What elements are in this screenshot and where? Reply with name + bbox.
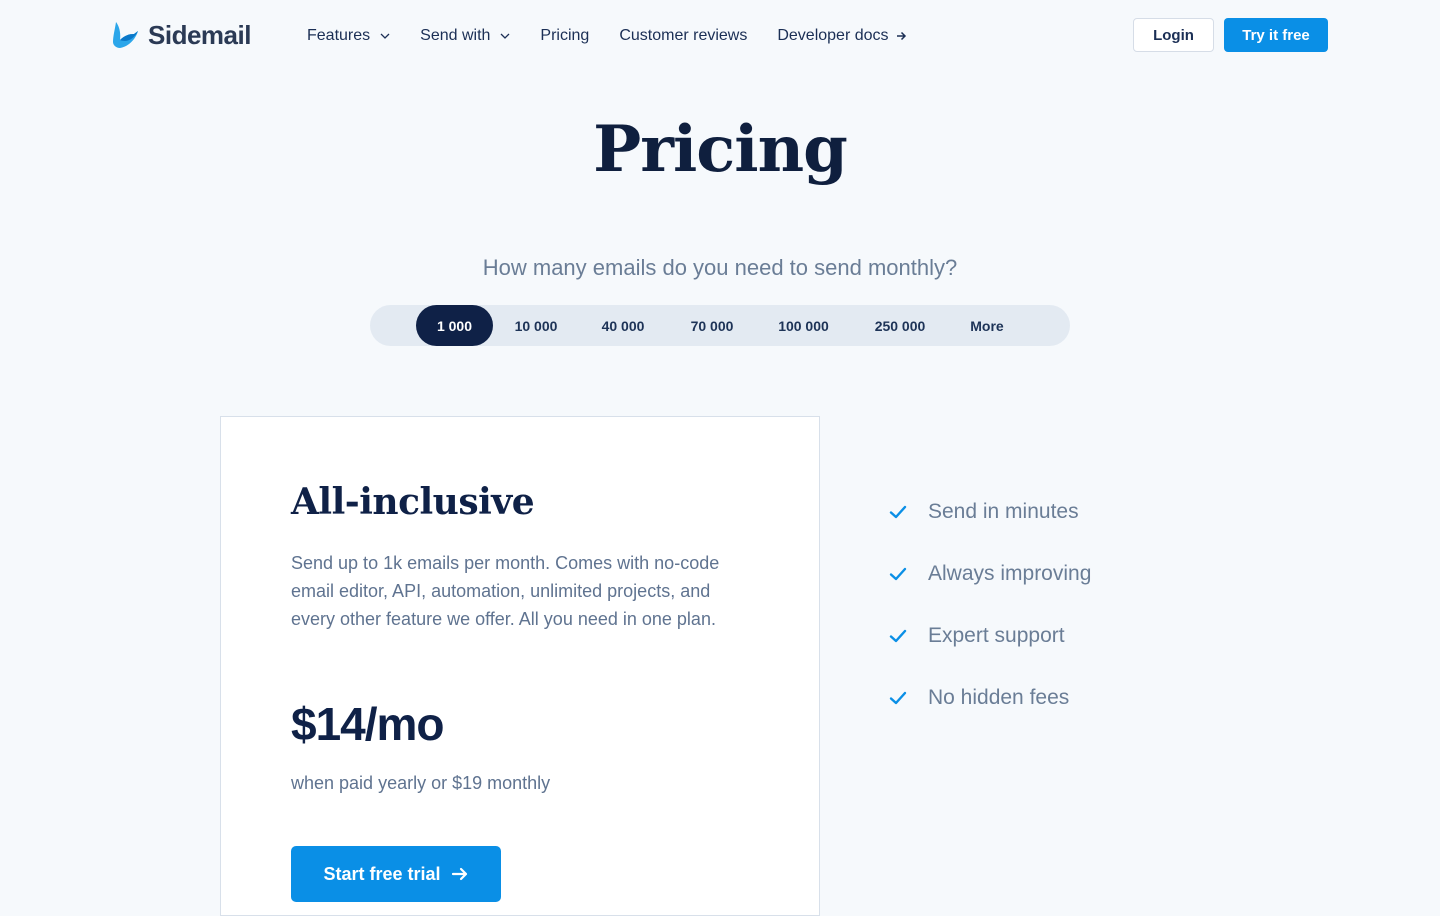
check-icon [889, 691, 907, 704]
bird-logo-icon [113, 22, 138, 48]
chevron-down-icon [380, 33, 390, 39]
feature-label: No hidden fees [928, 685, 1070, 709]
volume-option-more[interactable]: More [950, 305, 1024, 346]
login-button[interactable]: Login [1133, 18, 1214, 52]
site-header: Sidemail Features Send with Pricing Cust… [0, 0, 1440, 70]
try-it-free-button[interactable]: Try it free [1224, 18, 1328, 52]
nav-pricing[interactable]: Pricing [540, 27, 589, 45]
feature-item: Expert support [888, 620, 1288, 651]
feature-item: No hidden fees [888, 682, 1288, 713]
plan-card: All-inclusive Send up to 1k emails per m… [220, 416, 820, 916]
logo-link[interactable]: Sidemail [110, 18, 251, 52]
nav-features-label: Features [307, 27, 371, 44]
nav-customer-reviews-label: Customer reviews [619, 27, 748, 44]
plan-title: All-inclusive [291, 481, 535, 523]
plan-price: $14/mo [291, 698, 445, 750]
nav-customer-reviews[interactable]: Customer reviews [619, 27, 747, 45]
volume-option-10000[interactable]: 10 000 [495, 305, 577, 346]
volume-question: How many emails do you need to send mont… [482, 255, 958, 280]
volume-option-250000[interactable]: 250 000 [856, 305, 944, 346]
start-free-trial-button[interactable]: Start free trial [291, 846, 501, 902]
nav-pricing-label: Pricing [540, 27, 590, 44]
feature-label: Expert support [928, 623, 1065, 647]
nav-developer-docs-label: Developer docs [777, 27, 889, 44]
check-icon [889, 567, 907, 580]
arrow-right-icon [451, 867, 467, 881]
feature-label: Always improving [928, 561, 1092, 585]
volume-option-70000[interactable]: 70 000 [670, 305, 754, 346]
volume-option-1000[interactable]: 1 000 [416, 305, 493, 346]
nav-send-with[interactable]: Send with [420, 27, 510, 45]
plan-price-note: when paid yearly or $19 monthly [291, 773, 551, 793]
nav-send-with-label: Send with [420, 27, 491, 44]
email-volume-selector: 1 000 10 000 40 000 70 000 100 000 250 0… [370, 305, 1070, 346]
feature-list: Send in minutes Always improving Expert … [888, 496, 1288, 744]
page-title: Pricing [593, 112, 848, 187]
main-nav: Features Send with Pricing Customer revi… [307, 24, 907, 48]
feature-item: Always improving [888, 558, 1288, 589]
chevron-down-icon [500, 33, 510, 39]
nav-features[interactable]: Features [307, 27, 390, 45]
plan-description: Send up to 1k emails per month. Comes wi… [291, 553, 720, 629]
feature-label: Send in minutes [928, 499, 1079, 523]
logo-text: Sidemail [148, 19, 251, 50]
arrow-right-icon [896, 31, 906, 41]
nav-developer-docs[interactable]: Developer docs [777, 27, 906, 45]
volume-option-40000[interactable]: 40 000 [582, 305, 664, 346]
volume-option-100000[interactable]: 100 000 [760, 305, 847, 346]
start-free-trial-label: Start free trial [323, 863, 441, 884]
check-icon [889, 505, 907, 518]
check-icon [889, 629, 907, 642]
feature-item: Send in minutes [888, 496, 1288, 527]
